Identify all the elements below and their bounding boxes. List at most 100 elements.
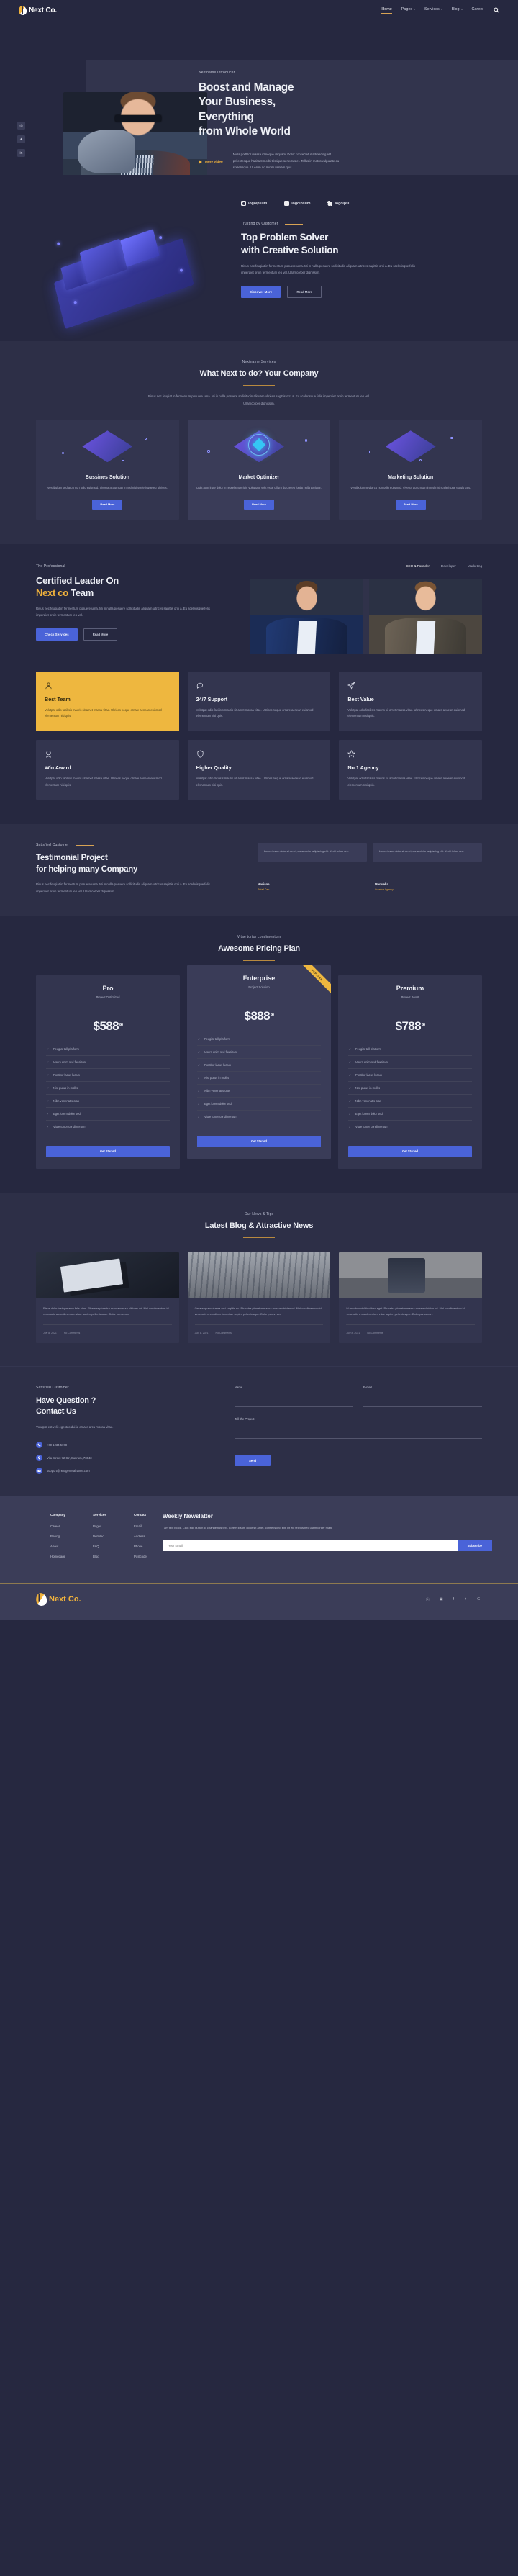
nav-item-home[interactable]: Home <box>381 7 393 14</box>
testimonial-person-name: Mariana <box>258 882 270 887</box>
send-button[interactable]: Send <box>235 1455 271 1467</box>
nav-item-services[interactable]: Services <box>424 7 442 14</box>
check-icon: ✓ <box>197 1063 201 1067</box>
twitter-icon[interactable]: ✦ <box>464 1597 467 1602</box>
newsletter-email-input[interactable] <box>162 1540 458 1552</box>
logoipsum-mark-icon <box>327 201 333 206</box>
footer-link[interactable]: Homepage <box>50 1555 65 1558</box>
plan-feature: ✓ Vitae tortor condimentum <box>348 1120 472 1133</box>
blog-card[interactable]: Id faucibus nisl tincidunt eget. Pharetr… <box>339 1252 483 1344</box>
main-nav: Home Pages Services Blog Career <box>381 7 499 14</box>
blog-card[interactable]: Ornare quam viverra orci sagittis eu. Ph… <box>187 1252 331 1344</box>
testimonial-paragraph: Risus nec feugiat in fermentum posuere u… <box>36 882 210 893</box>
tab-marketing[interactable]: Marketing <box>468 564 482 571</box>
plan-get-started-button[interactable]: Get Started <box>197 1135 321 1147</box>
read-more-button[interactable]: Read More <box>287 286 322 299</box>
service-card[interactable]: Marketing Solution Vestibulum sed arcu n… <box>339 420 483 520</box>
client-logo: logoipsum <box>241 201 267 206</box>
search-icon[interactable] <box>493 7 499 14</box>
team-title: Certified Leader On Next co Team <box>36 574 239 600</box>
plan-feature: ✓ Vitae tortor condimentum <box>197 1110 321 1123</box>
footer-link[interactable]: Address <box>134 1535 147 1538</box>
client-logo: logoipsum <box>284 201 310 206</box>
check-icon: ✓ <box>197 1037 201 1041</box>
pinterest-icon[interactable]: ⓟ <box>426 1597 430 1602</box>
plan-get-started-button[interactable]: Get Started <box>46 1145 170 1157</box>
email-field[interactable] <box>363 1398 482 1407</box>
check-icon: ✓ <box>46 1125 50 1129</box>
blog-date: July 8, 2021 <box>194 1332 209 1335</box>
testimonial-person-role: Retail Ceo <box>258 888 270 892</box>
plan-get-started-button[interactable]: Get Started <box>348 1145 472 1157</box>
features-section: Best Team Volutpat odio facilisis mauris… <box>0 654 518 825</box>
footer-link[interactable]: FAQ <box>93 1545 106 1548</box>
tab-developer[interactable]: Developer <box>441 564 456 571</box>
check-services-button[interactable]: Check Services <box>36 628 78 641</box>
team-eyebrow: The Professional <box>36 564 239 569</box>
footer-link[interactable]: Career <box>50 1524 65 1528</box>
service-card[interactable]: Bussines Solution Vestibulum sed arcu no… <box>36 420 179 520</box>
linkedin-icon[interactable]: in <box>17 149 25 157</box>
blog-card[interactable]: Risus dolor tristique arcu felis vitae. … <box>36 1252 179 1344</box>
chevron-down-icon <box>460 8 463 10</box>
footer-link[interactable]: Blog <box>93 1555 106 1558</box>
service-read-more-button[interactable]: Read More <box>395 499 426 510</box>
tab-ceo-founder[interactable]: CEO & Founder <box>406 564 430 571</box>
service-read-more-button[interactable]: Read More <box>244 499 274 510</box>
blog-excerpt: Ornare quam viverra orci sagittis eu. Ph… <box>194 1306 322 1316</box>
contact-address-row: Vita Street 72 Str, Sunrum, 76543 <box>36 1455 216 1462</box>
testimonial-quote: Lorem ipsum dolor sit amet, consectetur … <box>264 850 349 854</box>
plan-subtitle: Project Optimized <box>96 995 120 1000</box>
plan-feature: ✓ Eget lorem dolor sed <box>197 1097 321 1110</box>
nav-item-blog[interactable]: Blog <box>452 7 463 14</box>
facebook-icon[interactable]: f <box>453 1597 454 1602</box>
nav-item-pages[interactable]: Pages <box>401 7 416 14</box>
subscribe-button[interactable]: Subscribe <box>457 1540 492 1552</box>
feature-text: Volutpat odio facilisis mauris sit amet … <box>196 777 314 787</box>
services-section: Nextname Services What Next to do? Your … <box>0 341 518 544</box>
footer-link[interactable]: Pricing <box>50 1535 65 1538</box>
footer-brand-logo[interactable]: Next Co. <box>35 1591 81 1607</box>
newsletter-form: Subscribe <box>162 1540 492 1552</box>
footer-link[interactable]: Detailed <box>93 1535 106 1538</box>
hero-paragraph: Nulla porttitor massa id neque aliquam. … <box>232 152 340 169</box>
hero-social-list: ◎ ✦ in <box>17 122 25 157</box>
footer-link[interactable]: Pages <box>93 1524 106 1528</box>
more-video-button[interactable]: More Video <box>199 159 223 164</box>
nav-item-career[interactable]: Career <box>472 7 483 14</box>
discover-more-button[interactable]: Discover More <box>241 286 281 299</box>
nav-label: Services <box>424 6 440 12</box>
check-icon: ✓ <box>348 1047 352 1052</box>
testimonial-title-line: Testimonial Project <box>36 854 108 863</box>
brand-logo[interactable]: Next Co. <box>17 4 57 16</box>
popular-ribbon: POPULAR <box>298 965 331 998</box>
name-field[interactable] <box>235 1398 353 1407</box>
hero-eyebrow-text: Nextname Introducer <box>199 71 235 75</box>
footer-link[interactable]: About <box>50 1545 65 1548</box>
footer-link[interactable]: Postcode <box>134 1555 147 1558</box>
pricing-plan-enterprise: POPULAR Enterprise Project Solution $888… <box>187 965 331 1159</box>
brand-name: Next Co. <box>29 6 57 14</box>
check-icon: ✓ <box>46 1099 50 1103</box>
testimonial-section: Satisfied Customer Testimonial Project f… <box>0 824 518 916</box>
contact-phone: +00 1234 5678 <box>47 1443 68 1447</box>
project-field[interactable] <box>235 1430 482 1439</box>
check-icon: ✓ <box>197 1089 201 1093</box>
service-read-more-button[interactable]: Read More <box>92 499 123 510</box>
service-card[interactable]: Market Optimizer Duis aute irure dolor i… <box>187 420 331 520</box>
instagram-icon[interactable]: ▣ <box>440 1597 443 1602</box>
plan-price-main: $888 <box>244 1009 271 1023</box>
instagram-icon[interactable]: ◎ <box>17 122 25 130</box>
solver-title-line: with Creative Solution <box>241 244 339 256</box>
team-read-more-button[interactable]: Read More <box>83 628 118 641</box>
footer-link[interactable]: Email <box>134 1524 147 1528</box>
team-paragraph: Risus nec feugiat in fermentum posuere u… <box>36 606 210 618</box>
twitter-icon[interactable]: ✦ <box>17 135 25 143</box>
plan-feature: ✓ Nibh venenatis cras <box>348 1094 472 1107</box>
footer-link[interactable]: Phone <box>134 1545 147 1548</box>
eyebrow-rule <box>75 844 94 846</box>
google-plus-icon[interactable]: G+ <box>477 1597 482 1602</box>
plan-feature: ✓ Nisl purus in mollis <box>46 1081 170 1094</box>
blog-thumbnail <box>187 1252 331 1299</box>
team-title-rest: Team <box>68 587 94 599</box>
